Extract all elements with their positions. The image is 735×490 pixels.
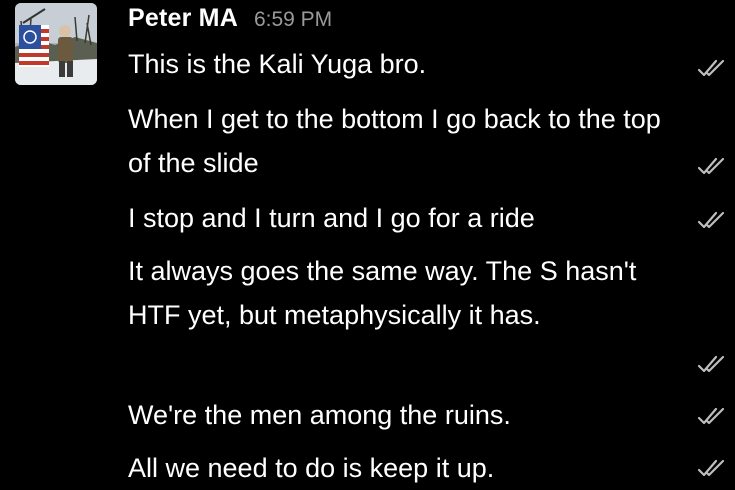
message-text[interactable]: When I get to the bottom I go back to th…: [128, 97, 673, 185]
read-double-check-icon: [697, 58, 725, 78]
message-text[interactable]: We're the men among the ruins.: [128, 393, 673, 437]
read-double-check-icon: [697, 406, 725, 426]
read-double-check-icon: [697, 354, 725, 374]
avatar[interactable]: [15, 3, 97, 85]
read-double-check-icon: [697, 156, 725, 176]
read-double-check-icon: [697, 458, 725, 478]
message-text[interactable]: I stop and I turn and I go for a ride: [128, 196, 673, 240]
message-header: Peter MA 6:59 PM: [128, 4, 332, 40]
user-photo-with-flag-icon: [15, 3, 97, 85]
sender-name[interactable]: Peter MA: [128, 4, 238, 33]
message-text[interactable]: It always goes the same way. The S hasn'…: [128, 249, 673, 337]
message-text[interactable]: This is the Kali Yuga bro.: [128, 42, 673, 86]
message-text[interactable]: All we need to do is keep it up.: [128, 446, 673, 490]
read-double-check-icon: [697, 210, 725, 230]
message-timestamp: 6:59 PM: [253, 8, 333, 31]
